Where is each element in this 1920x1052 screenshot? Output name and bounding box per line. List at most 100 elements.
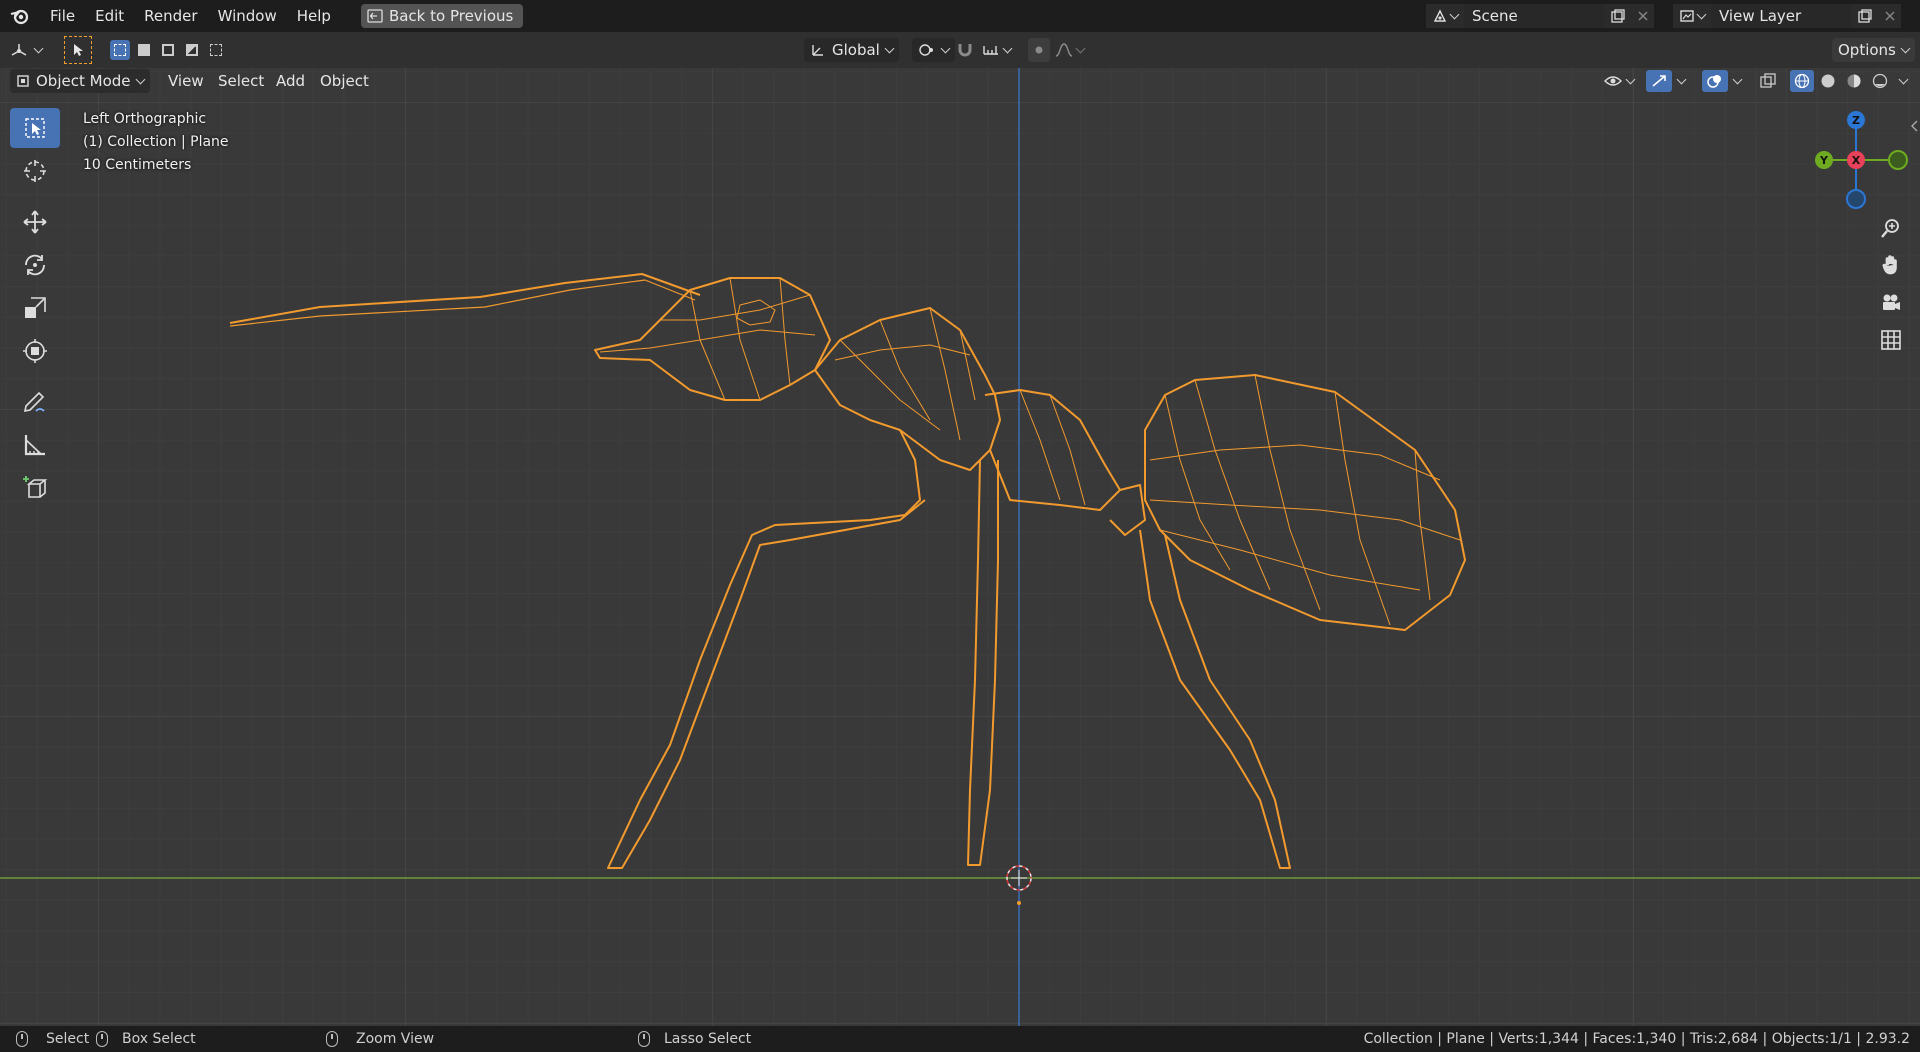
back-icon xyxy=(367,9,383,23)
zoom-view-button[interactable] xyxy=(1874,211,1908,245)
hand-icon xyxy=(1882,255,1897,275)
select-extend-mode-icon[interactable] xyxy=(134,40,154,60)
menu-view[interactable]: View xyxy=(162,69,210,93)
ant-wireframe-scene xyxy=(0,68,1920,1026)
mode-dropdown[interactable]: Object Mode xyxy=(10,69,150,93)
scene-name-field[interactable]: Scene xyxy=(1464,4,1604,28)
camera-view-button[interactable] xyxy=(1874,286,1908,320)
orientation-icon xyxy=(812,45,823,56)
select-intersect-mode-icon[interactable] xyxy=(206,40,226,60)
annotate-tool[interactable] xyxy=(10,382,60,422)
shading-options-chevron[interactable] xyxy=(1898,74,1909,84)
head xyxy=(594,277,831,401)
select-invert-mode-icon[interactable] xyxy=(182,40,202,60)
menu-help[interactable]: Help xyxy=(287,0,341,32)
gizmo-toggle[interactable] xyxy=(1646,69,1687,93)
top-menu-bar: File Edit Render Window Help Back to Pre… xyxy=(0,0,1920,32)
menu-file[interactable]: File xyxy=(40,0,85,32)
wireframe-shading-icon[interactable] xyxy=(1790,70,1814,92)
move-tool[interactable] xyxy=(10,202,60,242)
duplicate-icon xyxy=(1858,9,1872,23)
menu-add[interactable]: Add xyxy=(270,69,311,93)
options-dropdown[interactable]: Options xyxy=(1832,38,1915,62)
scene-browse-button[interactable] xyxy=(1426,4,1464,28)
back-to-previous-button[interactable]: Back to Previous xyxy=(360,4,524,28)
delete-scene-button[interactable] xyxy=(1632,4,1654,28)
visibility-dropdown[interactable] xyxy=(1604,69,1636,93)
transform-orientation-dropdown[interactable]: Global xyxy=(804,38,899,62)
3d-viewport-icon xyxy=(11,44,27,56)
overlays-toggle[interactable] xyxy=(1702,69,1743,93)
scene-statistics: Collection | Plane | Verts:1,344 | Faces… xyxy=(1363,1031,1910,1047)
navigation-gizmo[interactable]: Z Y X xyxy=(1800,108,1912,212)
cursor-tool[interactable] xyxy=(10,151,60,191)
gizmo-neg-y-axis[interactable] xyxy=(1888,150,1908,170)
overlays-icon xyxy=(1707,75,1721,88)
toggle-ortho-button[interactable] xyxy=(1874,323,1908,357)
sidebar-toggle-chevron-icon[interactable] xyxy=(1910,118,1918,136)
proportional-editing-toggle[interactable] xyxy=(1028,38,1050,62)
active-tool-button[interactable] xyxy=(64,36,92,64)
xray-toggle[interactable] xyxy=(1760,69,1776,93)
select-subtract-mode-icon[interactable] xyxy=(158,40,178,60)
menu-render[interactable]: Render xyxy=(134,0,207,32)
pan-view-button[interactable] xyxy=(1874,248,1908,282)
xray-icon xyxy=(1760,73,1776,88)
rotate-tool[interactable] xyxy=(10,245,60,285)
middle-mouse-icon xyxy=(326,1031,338,1047)
gizmo-y-label: Y xyxy=(1819,154,1829,167)
gizmo-neg-z-axis[interactable] xyxy=(1846,189,1866,209)
transform-tool[interactable] xyxy=(10,331,60,371)
select-new-mode-icon[interactable] xyxy=(110,40,130,60)
cursor-arrow-icon xyxy=(74,44,83,56)
rendered-shading-icon[interactable] xyxy=(1868,70,1892,92)
viewport-info-overlay: Left Orthographic (1) Collection | Plane… xyxy=(83,108,229,177)
menu-window[interactable]: Window xyxy=(208,0,287,32)
menu-select[interactable]: Select xyxy=(212,69,270,93)
add-cube-tool[interactable] xyxy=(10,468,60,508)
viewport-header: Object Mode View Select Add Object xyxy=(0,68,1920,94)
select-box-icon xyxy=(25,118,45,138)
view-layer-browse-button[interactable] xyxy=(1673,4,1711,28)
new-view-layer-button[interactable] xyxy=(1851,4,1879,28)
close-icon xyxy=(1885,11,1895,21)
gizmo-x-label: X xyxy=(1852,154,1861,167)
rear-leg xyxy=(1139,529,1291,869)
duplicate-icon xyxy=(1611,9,1625,23)
left-mouse-icon xyxy=(16,1031,28,1047)
status-lasso-hint: Lasso Select xyxy=(638,1026,751,1052)
status-select-label: Select xyxy=(46,1031,90,1047)
select-box-tool[interactable] xyxy=(10,108,60,148)
status-lasso-label: Lasso Select xyxy=(664,1031,752,1047)
delete-view-layer-button[interactable] xyxy=(1879,4,1901,28)
measure-tool[interactable] xyxy=(10,425,60,465)
solid-shading-icon[interactable] xyxy=(1816,70,1840,92)
status-box-select-hint: Box Select xyxy=(96,1026,196,1052)
menu-edit[interactable]: Edit xyxy=(85,0,134,32)
move-icon xyxy=(23,210,47,234)
snap-toggle[interactable] xyxy=(956,38,974,62)
status-select-hint: Select xyxy=(16,1026,89,1052)
view-layer-name-field[interactable]: View Layer xyxy=(1711,4,1851,28)
editor-type-button[interactable] xyxy=(10,38,44,62)
proportional-falloff-dropdown[interactable] xyxy=(1054,38,1086,62)
orientation-label: Global xyxy=(832,41,880,59)
scene-selector: Scene xyxy=(1426,4,1654,28)
3d-cursor-icon xyxy=(24,160,46,182)
petiole xyxy=(984,389,1121,511)
menu-object[interactable]: Object xyxy=(314,69,375,93)
material-shading-icon[interactable] xyxy=(1842,70,1866,92)
blender-logo-icon[interactable] xyxy=(0,0,40,32)
scene-icon xyxy=(1433,9,1446,22)
pivot-point-dropdown[interactable] xyxy=(912,38,955,62)
snap-target-dropdown[interactable] xyxy=(982,38,1013,62)
drag-mouse-icon xyxy=(96,1031,108,1047)
magnet-icon xyxy=(958,44,972,57)
scale-tool[interactable] xyxy=(10,288,60,328)
rotate-icon xyxy=(25,254,45,276)
new-scene-button[interactable] xyxy=(1604,4,1632,28)
right-mouse-icon xyxy=(638,1031,650,1047)
camera-icon xyxy=(1883,294,1900,310)
3d-viewport[interactable] xyxy=(0,68,1920,1026)
scale-icon xyxy=(25,297,46,318)
